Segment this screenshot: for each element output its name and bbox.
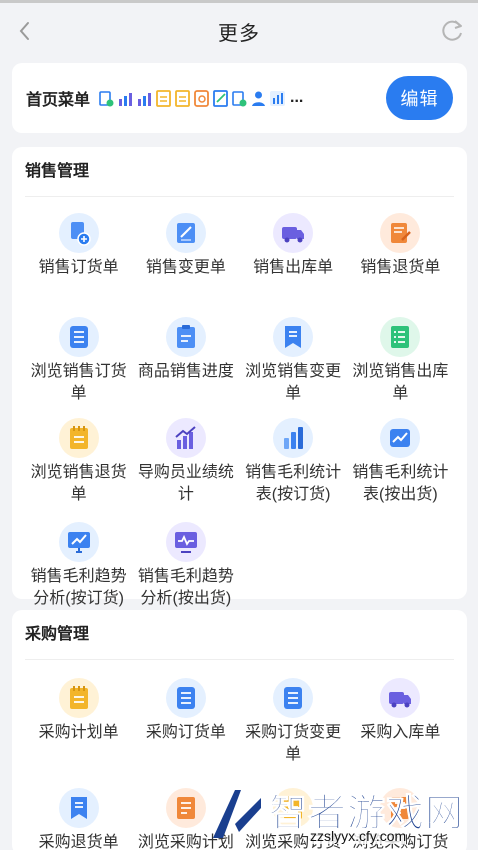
back-arrow-icon[interactable] [14, 17, 36, 45]
grid-item-label: 采购订货单 [145, 724, 226, 741]
section-title: 采购管理 [25, 610, 454, 660]
grid-item[interactable]: 浏览销售出库单 [347, 317, 454, 418]
home-menu-title: 首页菜单 [26, 92, 91, 109]
grid-item-label: 销售退货单 [360, 259, 441, 276]
home-menu-icon-strip [98, 89, 286, 108]
grid-item[interactable]: 浏览销售变更单 [240, 317, 347, 418]
grid-item[interactable]: 采购订货变更单 [240, 678, 347, 788]
grid-item-label: 销售订货单 [38, 259, 119, 276]
trend-card-icon [380, 418, 421, 458]
grid-item-label: 销售出库单 [253, 259, 334, 276]
chart-icon [117, 89, 134, 108]
grid-item[interactable]: 采购订货单 [132, 678, 239, 788]
return-doc-icon [380, 213, 421, 253]
edit-button[interactable]: 编辑 [386, 76, 453, 120]
notepad-icon [58, 678, 99, 718]
watermark-logo-icon [213, 790, 261, 838]
list-check-icon [380, 317, 421, 357]
grid-item-label: 浏览销售出库单 [352, 363, 449, 402]
grid-item-label: 导购员业绩统计 [137, 464, 234, 503]
nav-header: 更多 [0, 3, 478, 59]
monitor-wave-icon [165, 522, 206, 562]
doc-icon [165, 788, 206, 828]
watermark-url: zzslyyx.cfy.com [310, 828, 407, 844]
grid-item[interactable]: 采购入库单 [347, 678, 454, 788]
watermark: 智者游戏网 zzslyyx.cfy.com [205, 780, 478, 850]
sales-order-icon [98, 89, 115, 108]
notepad-icon [58, 418, 99, 458]
grid-item-label: 销售毛利趋势分析(按订货) [30, 568, 127, 607]
grid-item-label: 商品销售进度 [137, 363, 234, 380]
bookmark-doc-icon [273, 317, 314, 357]
grid-item[interactable]: 采购退货单 [25, 788, 132, 850]
doc-icon [155, 89, 172, 108]
bookmark-doc-icon [58, 788, 99, 828]
list-icon [165, 678, 206, 718]
grid-item-label: 销售变更单 [145, 259, 226, 276]
add-order-icon [58, 213, 99, 253]
home-menu-card: 首页菜单 ... 编辑 [12, 63, 467, 133]
grid-item[interactable]: 导购员业绩统计 [132, 418, 239, 522]
grid-item[interactable]: 浏览销售订货单 [25, 317, 132, 418]
grid-item-label: 浏览销售退货单 [30, 464, 127, 503]
monitor-trend-icon [58, 522, 99, 562]
grid-item-label: 采购入库单 [360, 724, 441, 741]
grid-item-label: 采购退货单 [38, 834, 119, 850]
sales-order-icon [231, 89, 248, 108]
truck-icon [380, 678, 421, 718]
list-icon [273, 678, 314, 718]
section-title: 销售管理 [25, 147, 454, 197]
bar-stats-icon [273, 418, 314, 458]
grid-item-label: 销售毛利统计表(按订货) [245, 464, 342, 503]
grid-item[interactable]: 商品销售进度 [132, 317, 239, 418]
report-icon [212, 89, 229, 108]
grid-item-label: 采购计划单 [38, 724, 119, 741]
grid-item-label: 销售毛利趋势分析(按出货) [137, 568, 234, 607]
sales-management-section: 销售管理 销售订货单 销售变更单 销售出库单 销售退货单 浏览销售订货单 商品销售进度 浏览… [12, 147, 467, 607]
grid-item[interactable]: 销售出库单 [240, 213, 347, 317]
doc-icon [174, 89, 191, 108]
grid-item[interactable]: 浏览销售退货单 [25, 418, 132, 522]
grid-item[interactable]: 销售毛利统计表(按订货) [240, 418, 347, 522]
bar-chart-icon [269, 89, 286, 108]
more-ellipsis: ... [290, 89, 304, 106]
grid-item[interactable]: 销售毛利统计表(按出货) [347, 418, 454, 522]
grid-item-label: 销售毛利统计表(按出货) [352, 464, 449, 503]
grid-item-label: 采购订货变更单 [245, 724, 342, 763]
grid-item-label: 浏览销售订货单 [30, 363, 127, 402]
grid-item[interactable]: 销售退货单 [347, 213, 454, 317]
chart-icon [136, 89, 153, 108]
return-icon [193, 89, 210, 108]
grid-item-label: 浏览销售变更单 [245, 363, 342, 402]
grid-item[interactable]: 销售订货单 [25, 213, 132, 317]
list-icon [58, 317, 99, 357]
grid-item[interactable]: 采购计划单 [25, 678, 132, 788]
bar-growth-icon [165, 418, 206, 458]
refresh-icon[interactable] [438, 17, 466, 45]
grid-item[interactable]: 销售变更单 [132, 213, 239, 317]
edit-doc-icon [165, 213, 206, 253]
user-icon [250, 89, 267, 108]
clipboard-icon [165, 317, 206, 357]
page-title: 更多 [218, 22, 260, 45]
truck-icon [273, 213, 314, 253]
sales-grid: 销售订货单 销售变更单 销售出库单 销售退货单浏览销售订货单 商品销售进度 浏览销售变更单… [25, 197, 454, 628]
